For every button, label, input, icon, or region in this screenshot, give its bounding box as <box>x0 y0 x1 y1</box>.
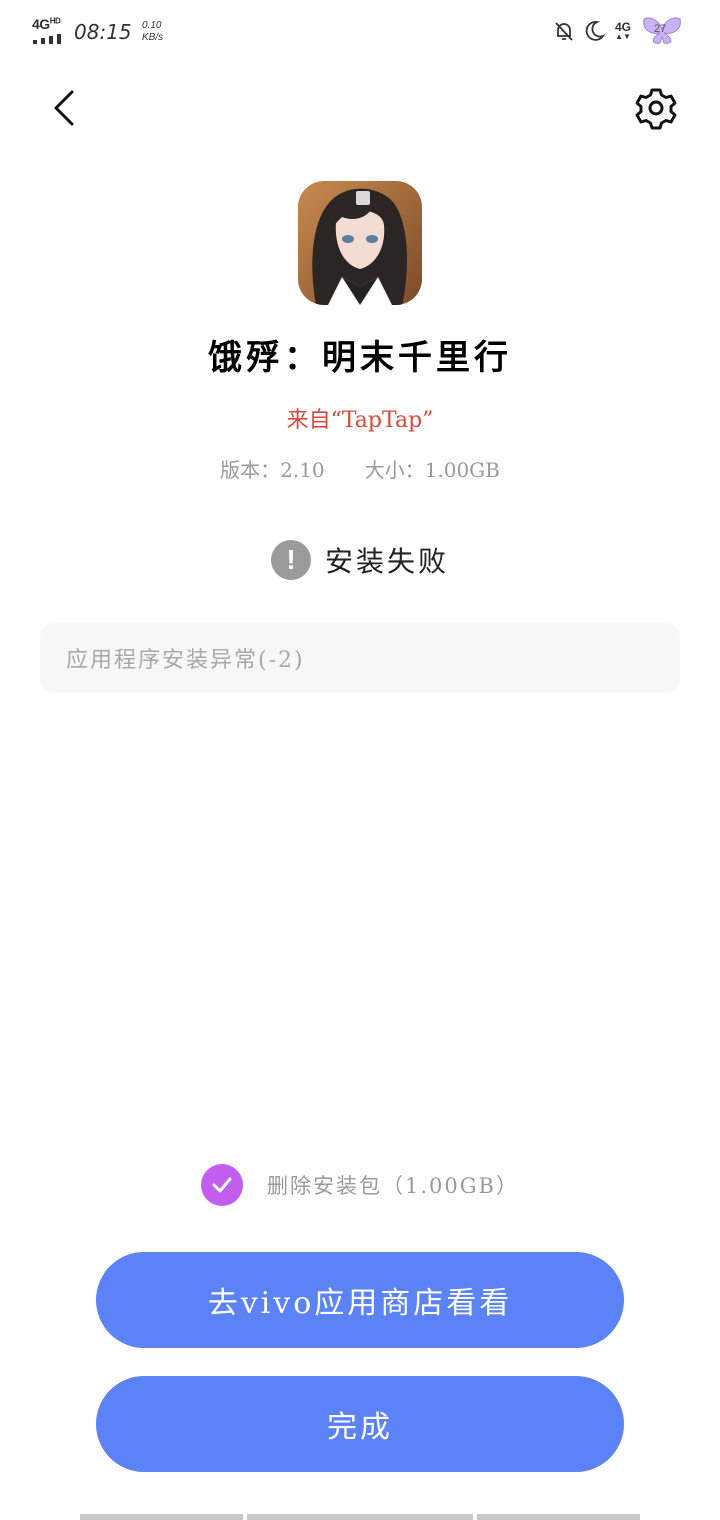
error-message: 应用程序安装异常(-2) <box>66 648 305 673</box>
delete-package-row[interactable]: 删除安装包（1.00GB） <box>0 1164 720 1206</box>
status-icons: 4G ▲▼ 27 <box>552 14 684 48</box>
error-message-box: 应用程序安装异常(-2) <box>40 623 680 693</box>
network-hd: HD <box>49 16 61 26</box>
network-type: 4G <box>32 16 50 32</box>
chevron-left-icon <box>54 90 74 126</box>
clock: 08:15 <box>74 20 132 44</box>
network-speed: 0.10 KB/s <box>142 20 163 44</box>
battery-icon: 27 <box>640 15 684 47</box>
bell-off-icon <box>555 22 573 41</box>
signal-4g-icon: 4G ▲▼ <box>614 20 631 41</box>
back-button[interactable] <box>44 84 88 132</box>
network-speed-unit: KB/s <box>142 32 164 43</box>
nav-indicator-left <box>80 1514 243 1520</box>
gear-icon <box>635 88 677 130</box>
delete-package-label: 删除安装包（1.00GB） <box>267 1174 519 1198</box>
check-icon <box>212 1177 232 1193</box>
signal-bars-icon <box>33 34 61 44</box>
nav-indicator-center <box>247 1514 473 1520</box>
delete-package-checkbox[interactable] <box>201 1164 244 1206</box>
battery-level: 27 <box>654 23 667 35</box>
settings-button[interactable] <box>632 84 680 132</box>
done-button[interactable]: 完成 <box>96 1376 624 1472</box>
open-vivo-store-button[interactable]: 去vivo应用商店看看 <box>96 1252 624 1348</box>
app-icon-image <box>298 181 422 305</box>
signal-icon: 4GHD <box>32 16 66 44</box>
app-icon <box>298 181 422 305</box>
app-name: 饿殍：明末千里行 <box>208 338 512 378</box>
nav-indicator-right <box>477 1514 640 1520</box>
app-version: 版本：2.10 <box>220 458 325 482</box>
alert-icon: ! <box>270 540 311 580</box>
app-meta: 版本：2.10 大小：1.00GB <box>0 454 720 483</box>
app-source: 来自“TapTap” <box>286 408 434 433</box>
install-status: ! 安装失败 <box>0 540 720 580</box>
network-speed-value: 0.10 <box>142 20 162 31</box>
install-status-text: 安装失败 <box>324 545 449 578</box>
app-size: 大小：1.00GB <box>364 458 500 482</box>
moon-icon <box>585 21 606 41</box>
status-bar: 4GHD 08:15 0.10 KB/s 4G ▲▼ 27 <box>0 0 720 64</box>
